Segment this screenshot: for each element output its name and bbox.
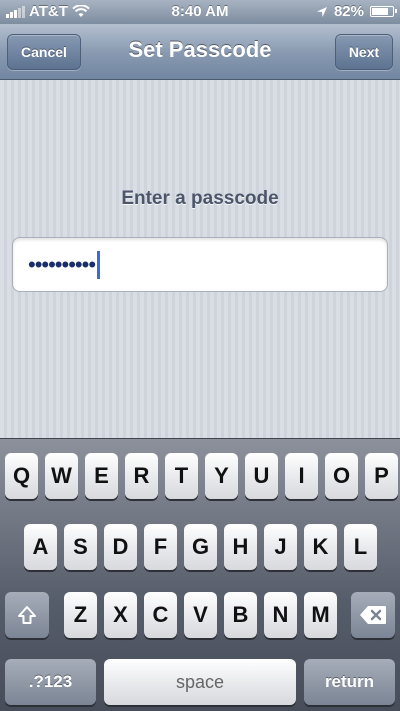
space-key[interactable]: space [104, 659, 296, 705]
text-cursor [97, 250, 101, 279]
passcode-dots: •••••••••• [28, 251, 96, 277]
delete-key[interactable] [351, 592, 395, 638]
key-e[interactable]: E [85, 453, 118, 499]
next-button[interactable]: Next [335, 34, 393, 70]
location-arrow-icon [316, 6, 327, 17]
keyboard: Q W E R T Y U I O P A S D F G H J K L Z … [0, 438, 400, 711]
key-k[interactable]: K [304, 524, 337, 570]
shift-arrow-icon [18, 606, 36, 624]
navigation-bar: Cancel Set Passcode Next [0, 24, 400, 80]
backspace-icon [360, 606, 386, 624]
key-q[interactable]: Q [5, 453, 38, 499]
key-h[interactable]: H [224, 524, 257, 570]
passcode-input[interactable]: •••••••••• [12, 237, 388, 292]
key-z[interactable]: Z [64, 592, 97, 638]
numbers-key[interactable]: .?123 [5, 659, 96, 705]
key-m[interactable]: M [304, 592, 337, 638]
key-b[interactable]: B [224, 592, 257, 638]
key-y[interactable]: Y [205, 453, 238, 499]
battery-icon [370, 6, 397, 17]
key-d[interactable]: D [104, 524, 137, 570]
passcode-prompt: Enter a passcode [121, 188, 279, 209]
key-u[interactable]: U [245, 453, 278, 499]
passcode-content: Enter a passcode •••••••••• [0, 80, 400, 438]
key-t[interactable]: T [165, 453, 198, 499]
shift-key[interactable] [5, 592, 49, 638]
status-bar: AT&T 8:40 AM 82% [0, 0, 400, 24]
key-c[interactable]: C [144, 592, 177, 638]
key-f[interactable]: F [144, 524, 177, 570]
status-right: 82% [316, 3, 397, 20]
key-s[interactable]: S [64, 524, 97, 570]
key-g[interactable]: G [184, 524, 217, 570]
key-o[interactable]: O [325, 453, 358, 499]
key-w[interactable]: W [45, 453, 78, 499]
key-n[interactable]: N [264, 592, 297, 638]
key-l[interactable]: L [344, 524, 377, 570]
battery-percent: 82% [333, 3, 364, 20]
key-j[interactable]: J [264, 524, 297, 570]
battery-fill [372, 8, 388, 15]
key-i[interactable]: I [285, 453, 318, 499]
key-x[interactable]: X [104, 592, 137, 638]
return-key[interactable]: return [304, 659, 395, 705]
key-v[interactable]: V [184, 592, 217, 638]
key-p[interactable]: P [365, 453, 398, 499]
key-r[interactable]: R [125, 453, 158, 499]
key-a[interactable]: A [24, 524, 57, 570]
